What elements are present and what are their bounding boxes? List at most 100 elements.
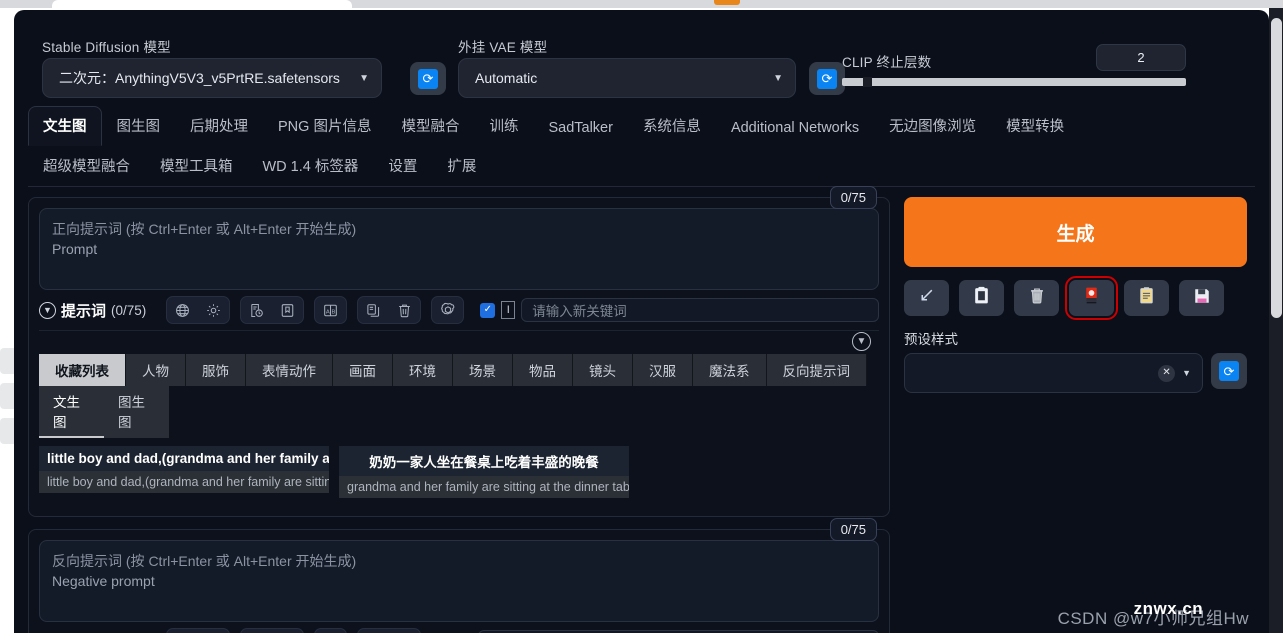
negative-icon-group-4 [357,628,422,633]
negative-icon-group-2 [240,628,305,633]
gear-icon[interactable] [198,297,229,323]
chevron-down-icon[interactable]: ▼ [1182,368,1191,378]
save-style-button[interactable] [1179,280,1224,316]
translate-icon[interactable]: A B [315,297,346,323]
prompt-section-header[interactable]: ▼ 提示词 (0/75) [39,300,146,321]
prompt-collapse-row: ▼ [39,330,879,351]
clipboard-lines-icon [1138,286,1155,310]
vertical-scrollbar[interactable] [1269,8,1283,633]
read-generation-params-button[interactable] [904,280,949,316]
trash-icon[interactable] [389,629,420,633]
main-tab-8[interactable]: Additional Networks [716,111,874,146]
keyword-checkbox[interactable]: ✓ [480,302,496,318]
negative-placeholder-line2: Negative prompt [52,573,155,590]
main-tab-7[interactable]: 系统信息 [628,106,716,146]
main-tab-2[interactable]: WD 1.4 标签器 [248,146,374,186]
category-tab-5[interactable]: 环境 [393,354,453,386]
main-tab-10[interactable]: 模型转换 [991,106,1079,146]
styles-label: 预设样式 [904,332,958,347]
bookmark-icon[interactable] [272,297,303,323]
prompt-section-title: 提示词 [61,302,107,320]
bookmark-icon[interactable] [272,629,303,633]
category-sub-tab-0[interactable]: 文生图 [39,386,104,438]
clear-x-icon[interactable]: ✕ [1158,364,1176,382]
main-tab-4[interactable]: 扩展 [432,146,491,186]
main-tab-3[interactable]: PNG 图片信息 [263,106,386,146]
globe-icon[interactable] [167,297,198,323]
trash-icon [1028,286,1046,310]
category-tab-row: 收藏列表 人物 服饰 表情动作 画面 环境 场景 物品 镜头 汉服 魔法系 反向提示词 [39,354,879,386]
category-sub-tab-1[interactable]: 图生图 [104,386,169,438]
category-tab-11[interactable]: 反向提示词 [766,354,867,386]
generate-button[interactable]: 生成 [904,197,1247,267]
sd-model-dropdown[interactable]: 二次元：AnythingV5V3_v5PrtRE.safetensors [7f… [42,58,382,98]
show-extra-networks-button[interactable] [1065,276,1118,320]
category-tab-0[interactable]: 收藏列表 [39,354,126,386]
edge-tab-2[interactable] [0,383,14,409]
negative-prompt-textarea[interactable]: 反向提示词 (按 Ctrl+Enter 或 Alt+Enter 开始生成) Ne… [39,540,879,622]
main-tab-3[interactable]: 设置 [373,146,432,186]
main-tab-0[interactable]: 文生图 [28,106,102,146]
copy-icon[interactable] [358,297,389,323]
text-cursor-icon[interactable]: I [501,301,516,319]
category-tab-7[interactable]: 物品 [513,354,573,386]
preset-card[interactable]: 奶奶一家人坐在餐桌上吃着丰盛的晚餐 grandma and her family … [339,446,629,498]
chevron-down-icon[interactable]: ▼ [852,332,871,351]
main-tab-1[interactable]: 图生图 [102,106,176,146]
category-sub-tab-row: 文生图 图生图 [39,386,169,438]
category-tab-2[interactable]: 服饰 [186,354,246,386]
slider-handle[interactable] [862,77,872,87]
refresh-icon: ⟳ [1219,361,1239,381]
edge-tab-3[interactable] [0,418,14,444]
generate-column: 生成 预设样式 ✕ ▼ ⟳ [904,197,1247,633]
new-keyword-input[interactable]: 请输入新关键词 [521,298,879,322]
chevron-down-icon: ▼ [773,72,783,84]
trash-icon[interactable] [389,297,420,323]
preset-card[interactable]: little boy and dad,(grandma and her fami… [39,446,329,498]
vae-model-label: 外挂 VAE 模型 [458,40,548,55]
category-tab-9[interactable]: 汉服 [633,354,693,386]
gear-icon[interactable] [198,629,229,633]
refresh-icon: ⟳ [418,68,438,89]
main-tab-4[interactable]: 模型融合 [386,106,474,146]
main-tab-5[interactable]: 训练 [474,106,533,146]
category-tab-4[interactable]: 画面 [333,354,393,386]
prompt-textarea[interactable]: 正向提示词 (按 Ctrl+Enter 或 Alt+Enter 开始生成) Pr… [39,208,879,290]
category-tab-10[interactable]: 魔法系 [693,354,767,386]
main-tab-6[interactable]: SadTalker [533,111,627,146]
clip-skip-value[interactable]: 2 [1096,44,1186,71]
delete-button[interactable] [1014,280,1059,316]
category-tab-6[interactable]: 场景 [453,354,513,386]
history-icon[interactable] [241,297,272,323]
main-tab-0[interactable]: 超级模型融合 [28,146,145,186]
apply-style-button[interactable] [1124,280,1169,316]
styles-refresh-button[interactable]: ⟳ [1211,353,1247,389]
chevron-down-icon: ▼ [39,301,56,319]
browser-tab-strip[interactable] [52,0,352,8]
main-tab-2[interactable]: 后期处理 [175,106,263,146]
category-tab-1[interactable]: 人物 [126,354,186,386]
clear-prompt-button[interactable] [959,280,1004,316]
clip-skip-slider[interactable] [842,77,1186,87]
main-tab-9[interactable]: 无边图像浏览 [874,106,991,146]
chevron-down-icon: ▼ [359,72,369,84]
category-tab-8[interactable]: 镜头 [573,354,633,386]
sd-model-refresh-button[interactable]: ⟳ [410,62,446,95]
globe-icon[interactable] [167,629,198,633]
styles-dropdown[interactable]: ✕ ▼ [904,353,1203,393]
prompt-token-counter: 0/75 [829,186,877,209]
scrollbar-thumb[interactable] [1271,18,1282,318]
copy-icon[interactable] [358,629,389,633]
vae-model-refresh-button[interactable]: ⟳ [809,62,845,95]
negative-placeholder-line1: 反向提示词 (按 Ctrl+Enter 或 Alt+Enter 开始生成) [52,553,357,569]
history-icon[interactable] [241,629,272,633]
sd-model-label: Stable Diffusion 模型 [42,40,171,55]
vae-model-dropdown[interactable]: Automatic ▼ [458,58,796,98]
translate-icon[interactable]: A B [315,629,346,633]
edge-tab-1[interactable] [0,348,14,374]
main-tab-1[interactable]: 模型工具箱 [145,146,248,186]
preset-card-subtitle: little boy and dad,(grandma and her fami… [39,471,329,493]
main-tabs: 文生图 图生图 后期处理 PNG 图片信息 模型融合 训练 SadTalker 系统信息 Add… [28,106,1255,187]
openai-icon[interactable] [432,297,463,323]
category-tab-3[interactable]: 表情动作 [246,354,333,386]
